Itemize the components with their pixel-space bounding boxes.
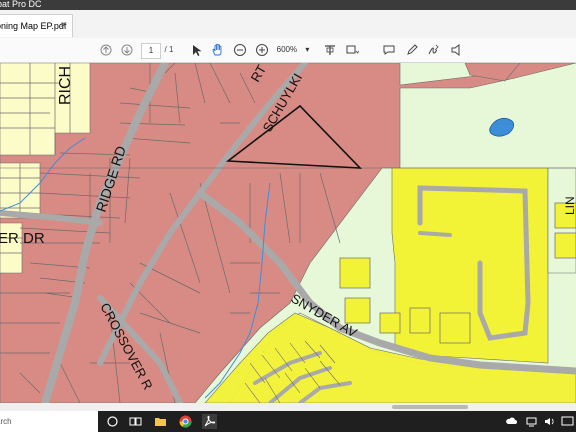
taskbar: arch [0,411,576,432]
cortana-circle-icon[interactable] [105,414,120,429]
task-view-icon[interactable] [128,414,143,429]
zoning-map-view[interactable]: RICH RIDGE RD RT SCHUYLKI ER DR CROSSOVE… [0,63,576,403]
label-richland: RICH [57,66,74,105]
title-bar: obat Pro DC [0,0,576,10]
comment-icon[interactable] [382,42,396,58]
acrobat-icon[interactable] [202,414,217,429]
taskbar-search[interactable]: arch [0,411,98,432]
document-tab-label: oning Map EP.pdf [0,21,67,31]
hand-icon[interactable] [211,42,225,58]
zoom-out-icon[interactable] [233,42,247,58]
label-er-dr: ER DR [0,230,45,247]
marquee-tool-icon[interactable] [323,42,337,58]
taskbar-search-text: arch [0,417,12,426]
scroll-mode-icon[interactable] [345,42,359,58]
arrow-up-icon[interactable] [100,42,112,58]
sign-icon[interactable] [427,42,441,58]
toolbar: 1 / 1 600% ▾ [0,38,576,63]
cloud-icon[interactable] [504,414,519,429]
chevron-down-icon: ▾ [305,45,310,54]
share-icon[interactable] [449,42,463,58]
chrome-icon[interactable] [178,414,193,429]
label-lin: LIN [563,196,576,215]
page-total: / 1 [164,45,174,54]
pen-icon[interactable] [405,42,419,58]
horizontal-scrollbar[interactable] [0,403,576,411]
document-tab[interactable]: oning Map EP.pdf × [0,14,73,37]
cursor-icon[interactable] [190,42,202,58]
scrollbar-thumb[interactable] [392,405,468,409]
file-explorer-icon[interactable] [153,414,168,429]
arrow-down-icon[interactable] [121,42,133,58]
network-icon[interactable] [524,414,539,429]
zoom-in-icon[interactable] [255,42,269,58]
window-title: obat Pro DC [0,0,42,9]
volume-icon[interactable] [542,414,557,429]
tab-strip: oning Map EP.pdf × [0,10,576,39]
zoom-level-value: 600% [276,45,298,54]
page-number-input[interactable]: 1 [141,43,161,59]
tab-close-icon[interactable]: × [60,15,66,37]
zoom-level-select[interactable]: 600% ▾ [273,43,313,57]
notification-icon[interactable] [560,414,575,429]
zoning-map: RICH RIDGE RD RT SCHUYLKI ER DR CROSSOVE… [0,63,576,403]
